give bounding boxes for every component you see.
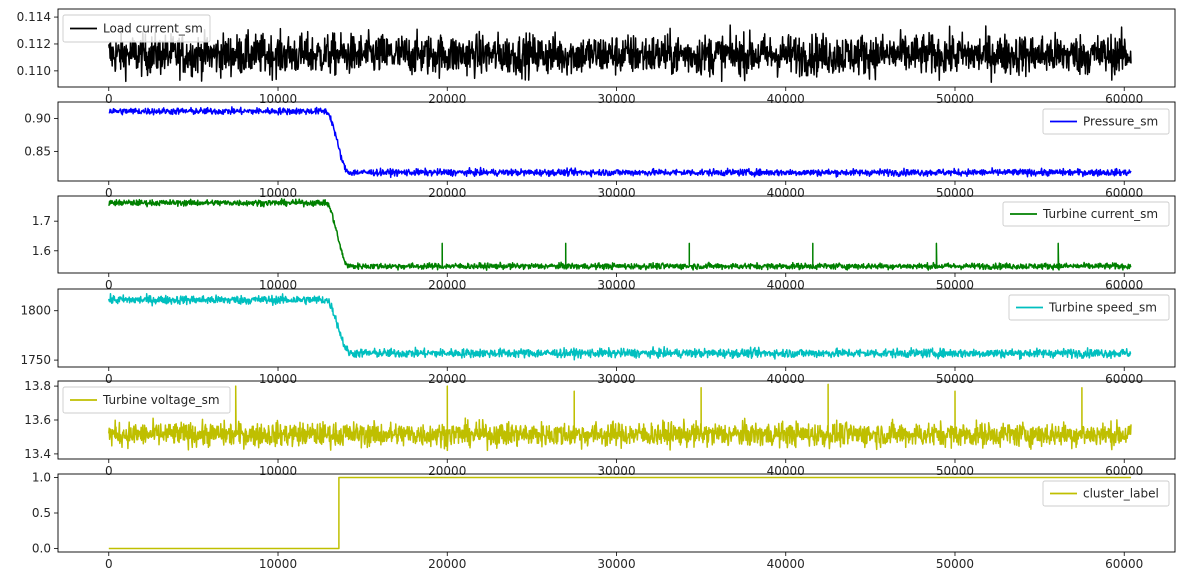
x-tick-label: 20000 [428,92,466,106]
legend: Load current_sm [62,14,211,43]
x-tick-label: 20000 [428,557,466,571]
y-tick-label: 0.110 [17,64,51,78]
legend-label: Turbine voltage_sm [102,393,220,407]
x-tick-label: 40000 [767,557,805,571]
y-tick-label: 0.0 [32,541,51,555]
chart-panel-2: 0 10000 20000 30000 40000 50000 60000 0.85 0.90 P… [24,101,1176,200]
y-tick-label: 0.112 [17,37,51,51]
y-tick-label: 1800 [20,304,51,318]
x-tick-label: 60000 [1105,464,1143,478]
axes-frame [57,473,1176,553]
x-tick-label: 0 [105,464,113,478]
y-tick-label: 13.4 [24,447,51,461]
legend: Turbine speed_sm [1008,294,1170,321]
x-tick-label: 60000 [1105,557,1143,571]
chart-panel-4: 0 10000 20000 30000 40000 50000 60000 1750 1800 T… [20,288,1176,386]
x-tick-label: 40000 [767,92,805,106]
series-line [108,24,1132,83]
legend-label: Turbine current_sm [1042,207,1158,221]
x-tick-label: 40000 [767,372,805,386]
x-tick-label: 60000 [1105,278,1143,292]
x-tick-label: 30000 [597,372,635,386]
x-tick-label: 50000 [936,557,974,571]
x-tick-label: 30000 [597,464,635,478]
x-tick-label: 30000 [597,92,635,106]
x-tick-label: 10000 [259,557,297,571]
x-tick-label: 20000 [428,278,466,292]
series-line [108,292,1132,361]
y-tick-label: 0.5 [32,506,51,520]
x-tick-label: 50000 [936,372,974,386]
x-tick-label: 0 [105,372,113,386]
x-tick-label: 50000 [936,92,974,106]
x-tick-label: 20000 [428,372,466,386]
series-line [108,197,1132,271]
legend-label: Pressure_sm [1083,115,1158,129]
x-tick-label: 40000 [767,464,805,478]
y-tick-label: 0.85 [24,144,51,158]
x-tick-label: 10000 [259,464,297,478]
y-tick-label: 0.90 [24,111,51,125]
legend: Turbine voltage_sm [62,386,231,414]
x-tick-label: 50000 [936,464,974,478]
x-tick-label: 20000 [428,464,466,478]
y-tick-label: 13.8 [24,379,51,393]
y-tick-label: 0.114 [17,10,51,24]
chart-panel-3: 0 10000 20000 30000 40000 50000 60000 1.6 1.7 Tur… [32,195,1176,292]
legend: cluster_label [1042,480,1170,507]
legend: Turbine current_sm [1002,201,1170,227]
x-tick-label: 60000 [1105,186,1143,200]
series-line [108,476,1131,550]
legend: Pressure_sm [1042,108,1170,135]
x-tick-label: 40000 [767,278,805,292]
series-line [108,106,1132,179]
x-tick-label: 50000 [936,186,974,200]
x-tick-label: 50000 [936,278,974,292]
x-tick-label: 60000 [1105,92,1143,106]
figure: 0 10000 20000 30000 40000 50000 60000 0.110 0.11… [17,8,1176,571]
x-tick-label: 0 [105,557,113,571]
x-tick-label: 10000 [259,278,297,292]
y-tick-label: 1.0 [32,471,51,485]
x-tick-label: 20000 [428,186,466,200]
x-tick-label: 30000 [597,186,635,200]
x-tick-label: 10000 [259,186,297,200]
x-tick-label: 60000 [1105,372,1143,386]
chart-panel-6: 0 10000 20000 30000 40000 50000 60000 0.0 0.5 1.0… [32,471,1176,571]
x-tick-label: 30000 [597,557,635,571]
legend-label: Turbine speed_sm [1048,301,1157,315]
x-tick-label: 0 [105,278,113,292]
x-tick-label: 40000 [767,186,805,200]
legend-label: cluster_label [1083,487,1159,501]
x-tick-label: 0 [105,186,113,200]
x-tick-label: 10000 [259,372,297,386]
chart-panel-5: 0 10000 20000 30000 40000 50000 60000 13.4 13.6 1… [24,379,1176,478]
series-line [108,383,1132,452]
x-tick-label: 0 [105,92,113,106]
y-tick-label: 1.7 [32,214,51,228]
x-tick-label: 10000 [259,92,297,106]
x-tick-label: 30000 [597,278,635,292]
legend-label: Load current_sm [103,22,203,36]
y-tick-label: 1.6 [32,244,51,258]
y-tick-label: 13.6 [24,413,51,427]
chart-panel-1: 0 10000 20000 30000 40000 50000 60000 0.110 0.11… [17,8,1176,106]
y-tick-label: 1750 [20,353,51,367]
